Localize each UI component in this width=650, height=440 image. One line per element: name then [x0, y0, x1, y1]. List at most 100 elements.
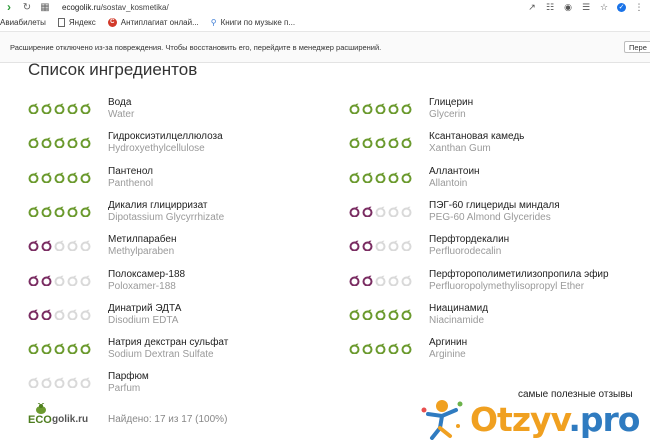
ingredient-name-ru[interactable]: Перфторополиметилизопропила эфир	[429, 269, 650, 281]
rating-dot-icon	[401, 172, 412, 183]
verified-icon[interactable]: ✓	[617, 2, 626, 12]
rating-dot-icon	[349, 343, 360, 354]
tabs-grid-icon[interactable]: ▦	[36, 0, 54, 14]
ingredient-names: ПЭГ-60 глицериды миндаля PEG-60 Almond Gl…	[429, 200, 650, 224]
safety-rating	[28, 343, 93, 354]
url-host: ecogolik.ru	[62, 2, 101, 12]
antiplagiat-icon: C	[107, 18, 117, 27]
rating-dot-icon	[375, 343, 386, 354]
rating-dot-icon	[388, 103, 399, 114]
safety-rating	[349, 275, 414, 286]
bookmark-aviabilety[interactable]: Авиабилеты	[0, 18, 46, 27]
ingredient-name-ru[interactable]: ПЭГ-60 глицериды миндаля	[429, 200, 650, 212]
safety-rating	[28, 275, 93, 286]
more-icon[interactable]: ⋮	[634, 2, 644, 13]
rating-dot-icon	[388, 206, 399, 217]
ingredient-name-en: Perfluorodecalin	[429, 246, 502, 257]
ingredient-name-ru[interactable]: Динатрий ЭДТА	[108, 303, 348, 315]
rating-dot-icon	[362, 275, 373, 286]
safety-rating	[349, 206, 414, 217]
ingredient-names: Аллантоин Allantoin	[429, 166, 650, 190]
screenshot-icon[interactable]: ☷	[545, 2, 555, 13]
bookmark-yandex[interactable]: Яндекс	[57, 18, 96, 27]
notice-button[interactable]: Пере	[624, 41, 650, 53]
rating-dot-icon	[362, 240, 373, 251]
safety-rating	[28, 309, 93, 320]
rating-dot-icon	[41, 172, 52, 183]
notice-text: Расширение отключено из-за повреждения. …	[10, 43, 382, 52]
address-bar[interactable]: ecogolik.ru/sostav_kosmetika/	[62, 3, 169, 12]
ingredient-name-en: Parfum	[108, 383, 141, 394]
rating-dot-icon	[362, 137, 373, 148]
bookmark-antiplagiat[interactable]: C Антиплагиат онлай...	[107, 18, 199, 27]
share-icon[interactable]: ↗	[527, 2, 537, 13]
rating-dot-icon	[67, 309, 78, 320]
ingredient-names: Вода Water	[108, 97, 348, 121]
safety-rating	[28, 103, 93, 114]
safety-rating	[349, 309, 414, 320]
bookmark-label: Яндекс	[68, 18, 96, 27]
rating-dot-icon	[67, 240, 78, 251]
rating-dot-icon	[349, 103, 360, 114]
browser-toolbar: › ↻ ▦ ecogolik.ru/sostav_kosmetika/ ↗ ☷ …	[0, 0, 650, 14]
rating-dot-icon	[28, 309, 39, 320]
ingredient-names: Глицерин Glycerin	[429, 97, 650, 121]
logo-eco-text: ECO	[28, 414, 52, 426]
safety-rating	[28, 172, 93, 183]
reload-icon[interactable]: ↻	[18, 0, 36, 14]
rating-dot-icon	[54, 377, 65, 388]
bookmark-star-icon[interactable]: ☆	[599, 2, 609, 13]
ingredient-name-en: Water	[108, 109, 135, 120]
ingredient-name-en: Arginine	[429, 349, 466, 360]
ingredient-name-ru[interactable]: Аллантоин	[429, 166, 650, 178]
rating-dot-icon	[388, 240, 399, 251]
translate-icon[interactable]: ☰	[581, 2, 591, 13]
rating-dot-icon	[80, 275, 91, 286]
rating-dot-icon	[388, 172, 399, 183]
ingredient-name-ru[interactable]: Аргинин	[429, 337, 650, 349]
ingredient-names: Метилпарабен Methylparaben	[108, 234, 348, 258]
rating-dot-icon	[67, 343, 78, 354]
rating-dot-icon	[28, 172, 39, 183]
ingredient-name-ru[interactable]: Пантенол	[108, 166, 348, 178]
ingredient-name-ru[interactable]: Перфтордекалин	[429, 234, 650, 246]
rating-dot-icon	[388, 137, 399, 148]
ingredient-name-ru[interactable]: Глицерин	[429, 97, 650, 109]
ingredient-name-en: Hydroxyethylcellulose	[108, 143, 205, 154]
rating-dot-icon	[362, 206, 373, 217]
ingredient-name-ru[interactable]: Гидроксиэтилцеллюлоза	[108, 131, 348, 143]
back-icon[interactable]: ›	[0, 0, 18, 14]
ingredient-name-ru[interactable]: Метилпарабен	[108, 234, 348, 246]
rating-dot-icon	[401, 343, 412, 354]
camera-icon[interactable]: ◉	[563, 2, 573, 13]
ecogolik-logo[interactable]: ECO golik.ru	[28, 403, 108, 431]
rating-dot-icon	[28, 103, 39, 114]
ingredient-name-ru[interactable]: Полоксамер-188	[108, 269, 348, 281]
ingredient-name-ru[interactable]: Дикалия глицирризат	[108, 200, 348, 212]
ingredient-name-ru[interactable]: Ниацинамид	[429, 303, 650, 315]
rating-dot-icon	[401, 275, 412, 286]
rating-dot-icon	[28, 343, 39, 354]
document-icon	[57, 18, 65, 27]
rating-dot-icon	[54, 137, 65, 148]
ingredient-names: Ниацинамид Niacinamide	[429, 303, 650, 327]
ingredient-name-en: Glycerin	[429, 109, 466, 120]
ingredient-name-ru[interactable]: Вода	[108, 97, 348, 109]
ingredient-name-ru[interactable]: Ксантановая камедь	[429, 131, 650, 143]
ingredient-name-en: Poloxamer-188	[108, 281, 176, 292]
safety-rating	[28, 240, 93, 251]
rating-dot-icon	[401, 240, 412, 251]
safety-rating	[28, 137, 93, 148]
ingredient-name-ru[interactable]: Натрия декстран сульфат	[108, 337, 348, 349]
bookmark-books-music[interactable]: ⚲ Книги по музыке п...	[211, 18, 295, 27]
otzyv-logo-tld: .pro	[568, 400, 640, 439]
rating-dot-icon	[54, 206, 65, 217]
rating-dot-icon	[28, 240, 39, 251]
rating-dot-icon	[388, 309, 399, 320]
search-icon: ⚲	[210, 18, 217, 27]
ingredient-names: Динатрий ЭДТА Disodium EDTA	[108, 303, 348, 327]
otzyv-watermark: Otzyv.pro	[418, 400, 650, 440]
ingredient-name-ru[interactable]: Парфюм	[108, 371, 348, 383]
rating-dot-icon	[401, 206, 412, 217]
ingredient-name-en: Xanthan Gum	[429, 143, 491, 154]
